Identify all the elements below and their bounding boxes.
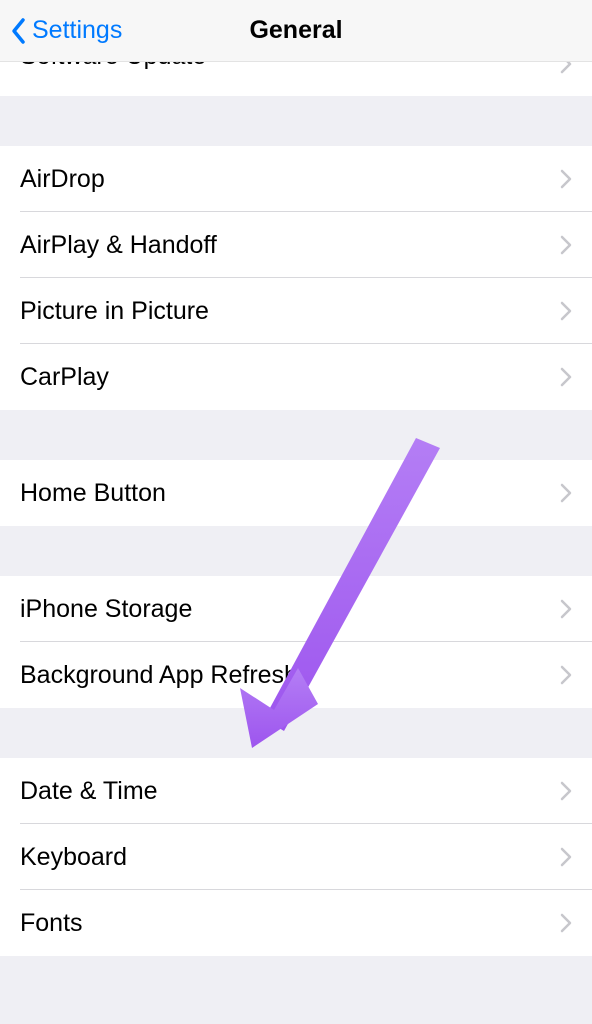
settings-group: Date & Time Keyboard Fonts — [0, 758, 592, 956]
chevron-right-icon — [560, 665, 572, 685]
row-label: Picture in Picture — [20, 297, 209, 326]
settings-row-iphone-storage[interactable]: iPhone Storage — [0, 576, 592, 642]
settings-group: AirDrop AirPlay & Handoff Picture in Pic… — [0, 146, 592, 410]
group-separator — [0, 96, 592, 146]
chevron-left-icon — [10, 17, 28, 45]
settings-content: Software Update AirDrop AirPlay & Handof… — [0, 62, 592, 956]
row-label: Background App Refresh — [20, 661, 298, 690]
chevron-right-icon — [560, 301, 572, 321]
chevron-right-icon — [560, 913, 572, 933]
settings-row-airplay-handoff[interactable]: AirPlay & Handoff — [0, 212, 592, 278]
settings-row-home-button[interactable]: Home Button — [0, 460, 592, 526]
settings-row-fonts[interactable]: Fonts — [0, 890, 592, 956]
chevron-right-icon — [560, 781, 572, 801]
row-label: Date & Time — [20, 777, 158, 806]
row-label: AirPlay & Handoff — [20, 231, 217, 260]
chevron-right-icon — [560, 847, 572, 867]
settings-group: Home Button — [0, 460, 592, 526]
settings-row-picture-in-picture[interactable]: Picture in Picture — [0, 278, 592, 344]
navigation-bar: Settings General — [0, 0, 592, 62]
settings-row-keyboard[interactable]: Keyboard — [0, 824, 592, 890]
group-separator — [0, 410, 592, 460]
back-button[interactable]: Settings — [10, 12, 122, 49]
group-separator — [0, 526, 592, 576]
group-separator — [0, 708, 592, 758]
row-label: AirDrop — [20, 165, 105, 194]
settings-row-software-update[interactable]: Software Update — [0, 62, 592, 96]
row-label: CarPlay — [20, 363, 109, 392]
chevron-right-icon — [560, 367, 572, 387]
chevron-right-icon — [560, 62, 572, 74]
chevron-right-icon — [560, 599, 572, 619]
chevron-right-icon — [560, 483, 572, 503]
settings-row-date-time[interactable]: Date & Time — [0, 758, 592, 824]
chevron-right-icon — [560, 235, 572, 255]
row-label: Software Update — [20, 62, 206, 71]
back-label: Settings — [32, 16, 122, 45]
settings-row-airdrop[interactable]: AirDrop — [0, 146, 592, 212]
row-label: iPhone Storage — [20, 595, 192, 624]
settings-group: iPhone Storage Background App Refresh — [0, 576, 592, 708]
settings-row-carplay[interactable]: CarPlay — [0, 344, 592, 410]
settings-row-background-app-refresh[interactable]: Background App Refresh — [0, 642, 592, 708]
row-label: Fonts — [20, 909, 83, 938]
row-label: Home Button — [20, 479, 166, 508]
page-title: General — [249, 16, 342, 45]
chevron-right-icon — [560, 169, 572, 189]
row-label: Keyboard — [20, 843, 127, 872]
